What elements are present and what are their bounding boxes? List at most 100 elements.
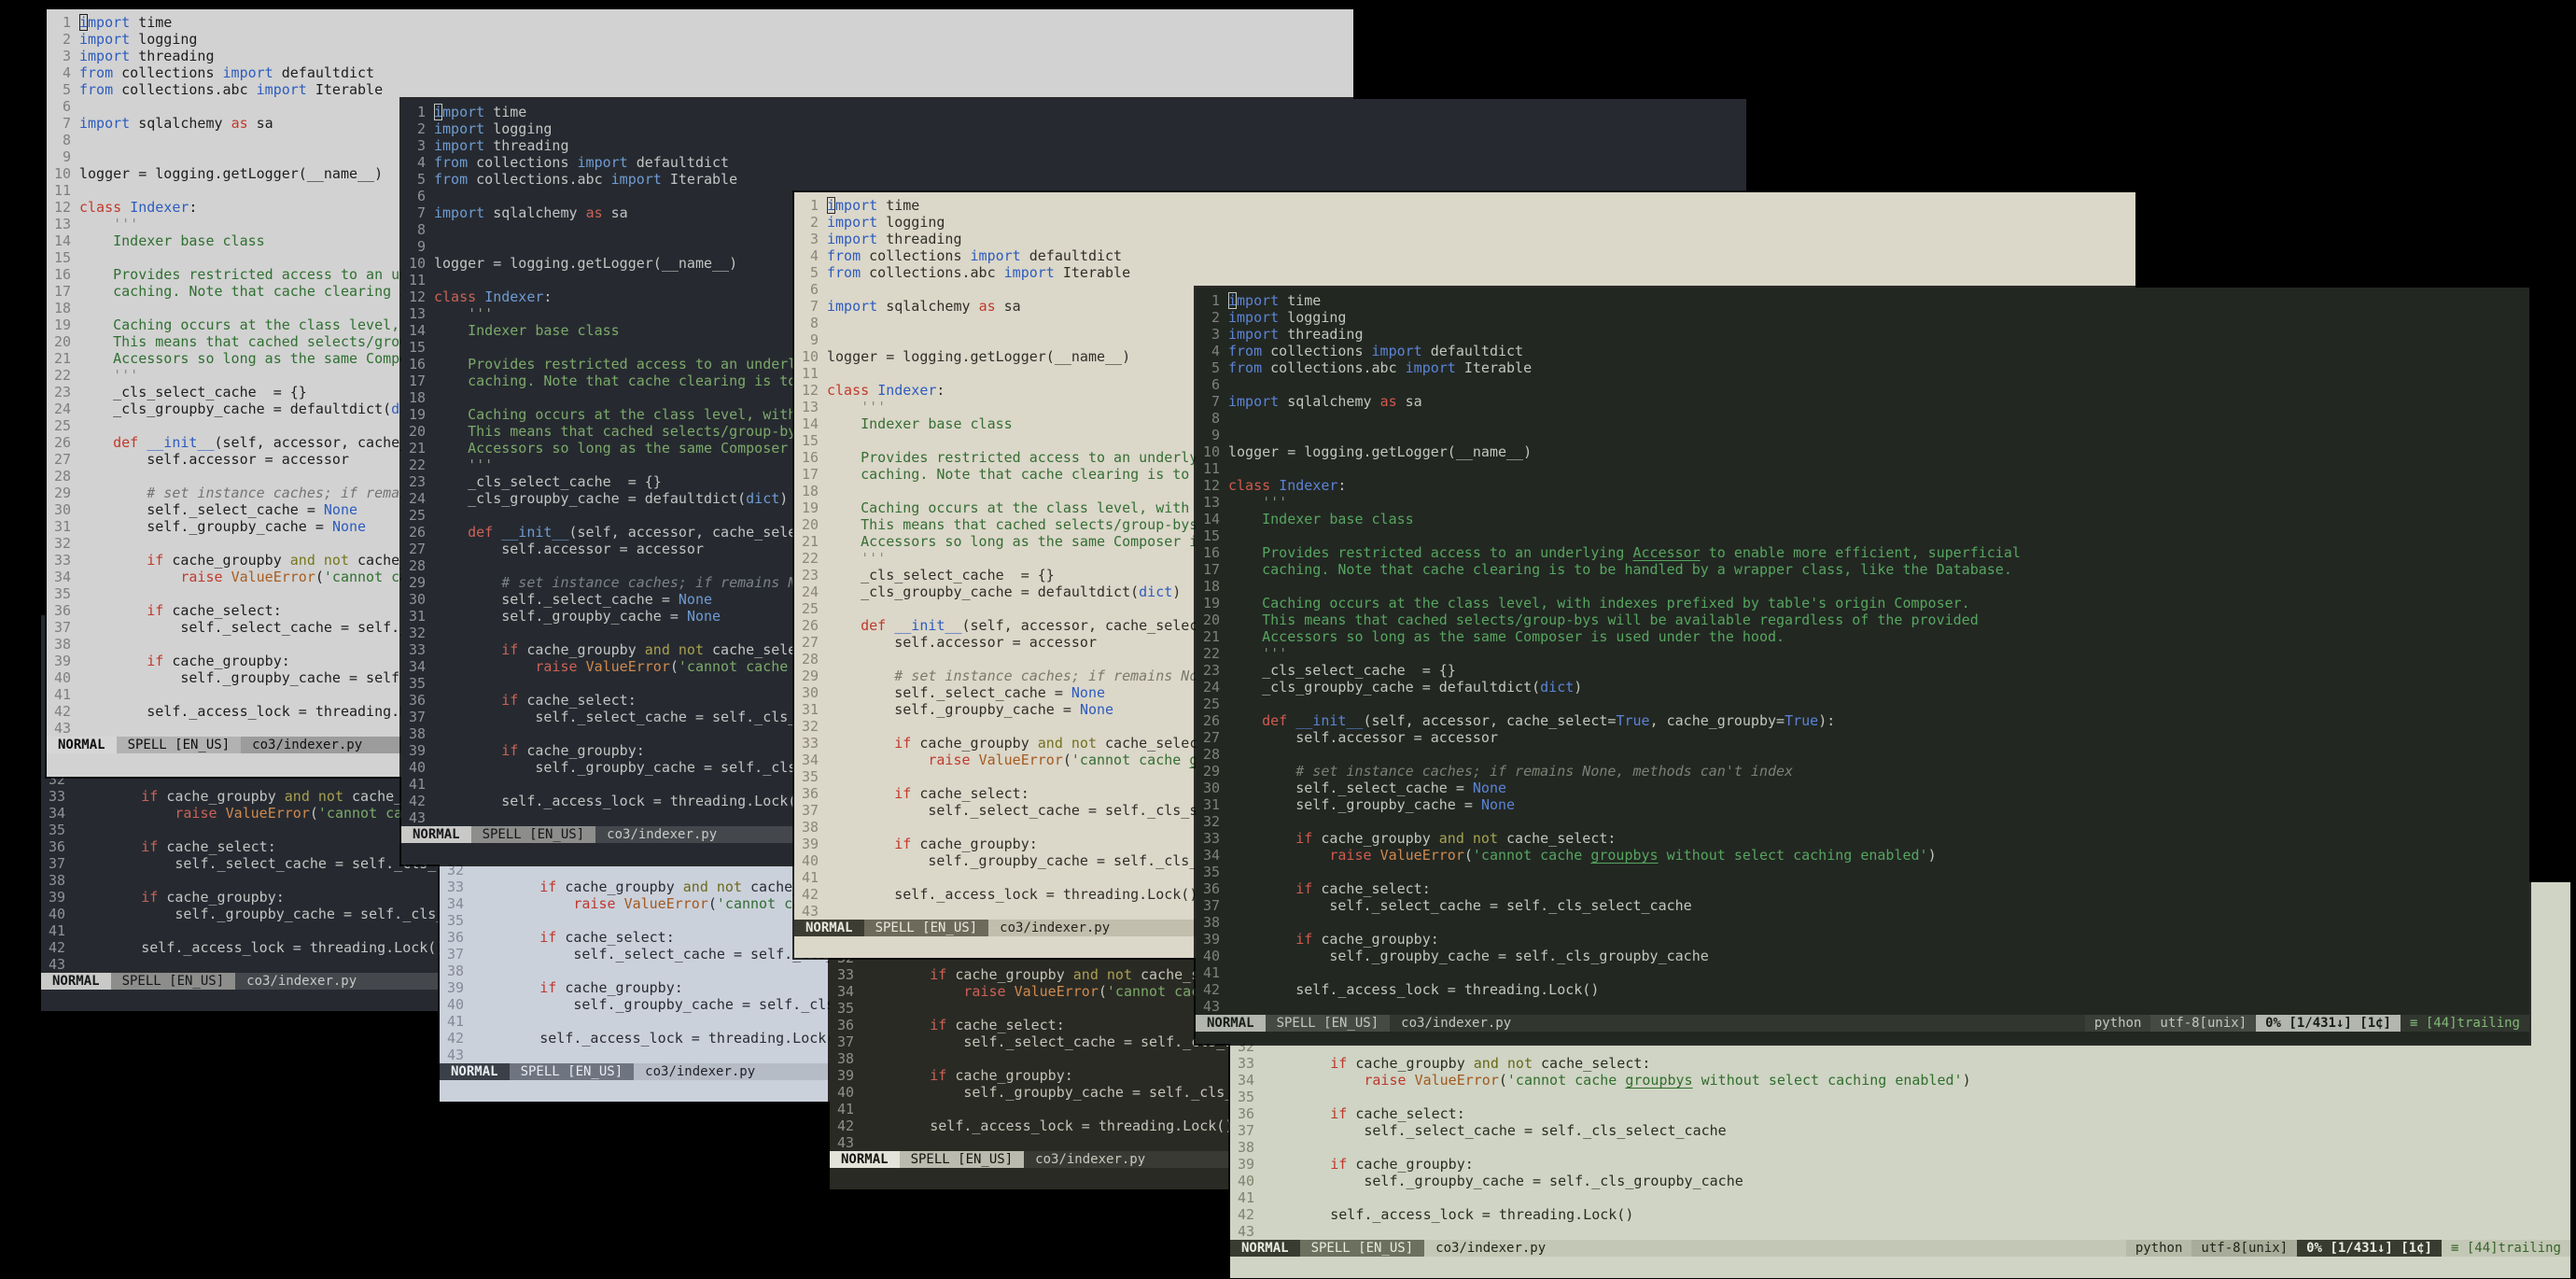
- line-number: 2: [1211, 309, 1220, 326]
- line-number: 39: [802, 836, 819, 852]
- line-number: 11: [802, 365, 819, 382]
- code-line: 4 from collections import defaultdict: [47, 64, 1353, 81]
- line-number: 36: [802, 785, 819, 802]
- line-number: 32: [802, 718, 819, 735]
- code-line: 12 class Indexer:: [1203, 477, 1347, 494]
- line-number: 29: [54, 485, 72, 501]
- line-number: 39: [1203, 931, 1221, 948]
- code-line: 5 from collections.abc import Iterable: [47, 81, 1353, 98]
- line-number: 37: [802, 802, 819, 819]
- statusline: NORMAL SPELL [EN_US] co3/indexer.py pyth…: [1230, 1240, 2570, 1257]
- code-line: 30 self._select_cache = None: [1203, 780, 1507, 796]
- line-number: 19: [409, 406, 427, 423]
- statusline: NORMAL SPELL [EN_US] co3/indexer.py pyth…: [1196, 1015, 2529, 1032]
- code-line: 3 import threading: [794, 231, 2135, 247]
- encoding-indicator: utf-8[unix]: [2191, 1240, 2298, 1257]
- line-number: 29: [1203, 763, 1221, 780]
- code-line: 21 Accessors so long as the same Compose…: [1203, 628, 1785, 645]
- line-number: 10: [409, 255, 427, 272]
- line-number: 18: [54, 300, 72, 316]
- line-number: 38: [49, 872, 66, 889]
- line-number: 35: [802, 768, 819, 785]
- line-number: 19: [802, 499, 819, 516]
- code-line: 29 # set instance caches; if remains Non…: [1203, 763, 1794, 780]
- line-number: 5: [416, 171, 426, 188]
- line-number: 39: [837, 1067, 855, 1084]
- line-number: 10: [54, 165, 72, 182]
- code-line: 14 Indexer base class: [1203, 511, 1414, 527]
- line-number: 6: [809, 281, 819, 298]
- line-number: 4: [62, 64, 71, 81]
- line-number: 39: [409, 742, 427, 759]
- line-number: 35: [49, 822, 66, 838]
- encoding-indicator: utf-8[unix]: [2150, 1015, 2257, 1032]
- code-pane[interactable]: 1 import time 2 import logging 3 import threa…: [1196, 288, 2529, 1015]
- line-number: 35: [1238, 1089, 1255, 1105]
- mode-indicator: NORMAL: [1196, 1015, 1266, 1032]
- code-line: 2 import logging: [1196, 309, 2529, 326]
- code-line: 28: [1196, 746, 2529, 763]
- line-number: 38: [802, 819, 819, 836]
- code-line: 42 self._access_lock = threading.Lock(): [1203, 981, 1600, 998]
- line-number: 34: [837, 983, 855, 1000]
- line-number: 38: [837, 1050, 855, 1067]
- line-number: 18: [409, 389, 427, 406]
- line-number: 28: [409, 557, 427, 574]
- line-number: 29: [802, 668, 819, 684]
- desktop: 23 _cls_select_cache = {}24 _cls_groupby…: [0, 0, 2576, 1279]
- line-number: 42: [447, 1030, 465, 1047]
- code-line: 34 raise ValueError('cannot cache groupb…: [1203, 847, 1937, 864]
- line-number: 25: [802, 600, 819, 617]
- line-number: 17: [54, 283, 72, 300]
- cursor: i: [79, 14, 89, 31]
- code-line: 39 if cache_groupby:: [1203, 931, 1439, 948]
- line-number: 37: [447, 946, 465, 963]
- line-number: 2: [416, 120, 426, 137]
- line-number: 31: [1203, 796, 1221, 813]
- line-number: 41: [1203, 964, 1221, 981]
- line-number: 40: [837, 1084, 855, 1101]
- line-number: 9: [1211, 427, 1220, 443]
- line-number: 39: [447, 979, 465, 996]
- line-number: 5: [62, 81, 71, 98]
- mode-indicator: NORMAL: [41, 973, 111, 990]
- line-number: 22: [1203, 645, 1221, 662]
- line-number: 16: [54, 266, 72, 283]
- code-line: 8: [1196, 410, 2529, 427]
- line-number: 34: [802, 752, 819, 768]
- code-line: 33 if cache_groupby and not cache_select…: [1203, 830, 1617, 847]
- line-number: 43: [54, 720, 72, 737]
- mode-indicator: NORMAL: [830, 1151, 900, 1168]
- code-line: 43: [1196, 998, 2529, 1015]
- code-line: 41: [1196, 964, 2529, 981]
- line-number: 35: [447, 912, 465, 929]
- spell-indicator: SPELL [EN_US]: [116, 737, 242, 753]
- line-number: 10: [1203, 443, 1221, 460]
- line-number: 16: [1203, 544, 1221, 561]
- line-number: 3: [416, 137, 426, 154]
- line-number: 30: [1203, 780, 1221, 796]
- editor-window-big-4[interactable]: 1 import time 2 import logging 3 import threa…: [1196, 288, 2529, 1044]
- filename: co3/indexer.py: [645, 1064, 756, 1079]
- spell-indicator: SPELL [EN_US]: [509, 1063, 635, 1080]
- statusline-spacer: [1557, 1240, 2126, 1257]
- line-number: 2: [809, 214, 819, 231]
- whitespace-warning: ≡ [44]trailing: [2450, 1241, 2561, 1256]
- line-number: 23: [54, 384, 72, 401]
- line-number: 8: [809, 315, 819, 331]
- line-number: 43: [1238, 1223, 1255, 1240]
- line-number: 36: [49, 838, 66, 855]
- line-number: 3: [62, 48, 71, 64]
- code-line: 1 import time: [794, 197, 2135, 214]
- line-number: 1: [416, 104, 426, 120]
- line-number: 38: [447, 963, 465, 979]
- filetype-indicator: python: [2125, 1240, 2192, 1257]
- line-number: 35: [54, 585, 72, 602]
- code-line: 18: [1196, 578, 2529, 595]
- line-number: 40: [409, 759, 427, 776]
- line-number: 33: [49, 788, 66, 805]
- line-number: 4: [1211, 343, 1220, 359]
- command-line: [1196, 1032, 2529, 1044]
- line-number: 32: [54, 535, 72, 552]
- code-line: 5 from collections.abc import Iterable: [1196, 359, 2529, 376]
